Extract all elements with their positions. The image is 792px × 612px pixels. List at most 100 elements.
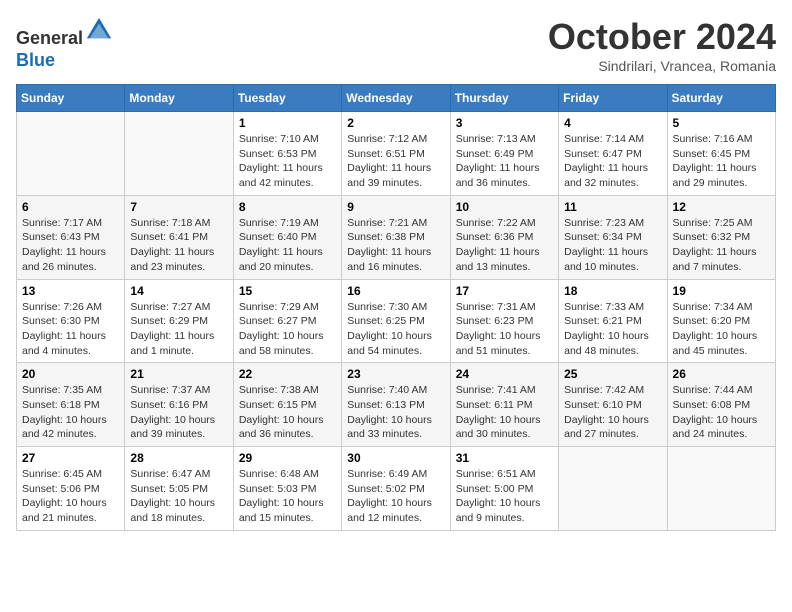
title-block: October 2024 Sindrilari, Vrancea, Romani…	[548, 16, 776, 74]
calendar-cell: 6 Sunrise: 7:17 AMSunset: 6:43 PMDayligh…	[17, 195, 125, 279]
day-info: Sunrise: 7:29 AMSunset: 6:27 PMDaylight:…	[239, 300, 336, 359]
day-info: Sunrise: 7:18 AMSunset: 6:41 PMDaylight:…	[130, 216, 227, 275]
day-number: 7	[130, 200, 227, 214]
week-row-5: 27 Sunrise: 6:45 AMSunset: 5:06 PMDaylig…	[17, 447, 776, 531]
day-number: 25	[564, 367, 661, 381]
calendar-cell	[667, 447, 775, 531]
calendar-table: SundayMondayTuesdayWednesdayThursdayFrid…	[16, 84, 776, 531]
day-header-friday: Friday	[559, 85, 667, 112]
logo-general-text: General	[16, 28, 83, 48]
day-info: Sunrise: 7:26 AMSunset: 6:30 PMDaylight:…	[22, 300, 119, 359]
day-info: Sunrise: 7:25 AMSunset: 6:32 PMDaylight:…	[673, 216, 770, 275]
logo-icon	[85, 16, 113, 44]
logo-blue-text: Blue	[16, 50, 55, 70]
calendar-cell: 10 Sunrise: 7:22 AMSunset: 6:36 PMDaylig…	[450, 195, 558, 279]
day-header-tuesday: Tuesday	[233, 85, 341, 112]
day-info: Sunrise: 6:47 AMSunset: 5:05 PMDaylight:…	[130, 467, 227, 526]
calendar-cell: 5 Sunrise: 7:16 AMSunset: 6:45 PMDayligh…	[667, 112, 775, 196]
calendar-cell: 15 Sunrise: 7:29 AMSunset: 6:27 PMDaylig…	[233, 279, 341, 363]
day-info: Sunrise: 7:34 AMSunset: 6:20 PMDaylight:…	[673, 300, 770, 359]
day-number: 15	[239, 284, 336, 298]
day-info: Sunrise: 7:21 AMSunset: 6:38 PMDaylight:…	[347, 216, 444, 275]
day-info: Sunrise: 7:40 AMSunset: 6:13 PMDaylight:…	[347, 383, 444, 442]
day-info: Sunrise: 7:23 AMSunset: 6:34 PMDaylight:…	[564, 216, 661, 275]
day-number: 26	[673, 367, 770, 381]
calendar-cell: 25 Sunrise: 7:42 AMSunset: 6:10 PMDaylig…	[559, 363, 667, 447]
calendar-cell: 31 Sunrise: 6:51 AMSunset: 5:00 PMDaylig…	[450, 447, 558, 531]
days-header-row: SundayMondayTuesdayWednesdayThursdayFrid…	[17, 85, 776, 112]
week-row-1: 1 Sunrise: 7:10 AMSunset: 6:53 PMDayligh…	[17, 112, 776, 196]
day-info: Sunrise: 7:19 AMSunset: 6:40 PMDaylight:…	[239, 216, 336, 275]
day-info: Sunrise: 7:22 AMSunset: 6:36 PMDaylight:…	[456, 216, 553, 275]
month-title: October 2024	[548, 16, 776, 58]
day-info: Sunrise: 7:30 AMSunset: 6:25 PMDaylight:…	[347, 300, 444, 359]
day-number: 1	[239, 116, 336, 130]
day-info: Sunrise: 7:35 AMSunset: 6:18 PMDaylight:…	[22, 383, 119, 442]
day-info: Sunrise: 7:14 AMSunset: 6:47 PMDaylight:…	[564, 132, 661, 191]
day-header-sunday: Sunday	[17, 85, 125, 112]
calendar-cell: 11 Sunrise: 7:23 AMSunset: 6:34 PMDaylig…	[559, 195, 667, 279]
day-header-monday: Monday	[125, 85, 233, 112]
calendar-cell: 3 Sunrise: 7:13 AMSunset: 6:49 PMDayligh…	[450, 112, 558, 196]
day-number: 29	[239, 451, 336, 465]
day-info: Sunrise: 7:17 AMSunset: 6:43 PMDaylight:…	[22, 216, 119, 275]
calendar-cell: 24 Sunrise: 7:41 AMSunset: 6:11 PMDaylig…	[450, 363, 558, 447]
calendar-cell: 2 Sunrise: 7:12 AMSunset: 6:51 PMDayligh…	[342, 112, 450, 196]
day-info: Sunrise: 7:38 AMSunset: 6:15 PMDaylight:…	[239, 383, 336, 442]
day-number: 12	[673, 200, 770, 214]
day-number: 10	[456, 200, 553, 214]
day-number: 2	[347, 116, 444, 130]
day-info: Sunrise: 7:33 AMSunset: 6:21 PMDaylight:…	[564, 300, 661, 359]
day-info: Sunrise: 7:42 AMSunset: 6:10 PMDaylight:…	[564, 383, 661, 442]
calendar-cell: 1 Sunrise: 7:10 AMSunset: 6:53 PMDayligh…	[233, 112, 341, 196]
day-info: Sunrise: 7:10 AMSunset: 6:53 PMDaylight:…	[239, 132, 336, 191]
day-number: 22	[239, 367, 336, 381]
day-number: 9	[347, 200, 444, 214]
day-number: 14	[130, 284, 227, 298]
week-row-2: 6 Sunrise: 7:17 AMSunset: 6:43 PMDayligh…	[17, 195, 776, 279]
calendar-cell: 20 Sunrise: 7:35 AMSunset: 6:18 PMDaylig…	[17, 363, 125, 447]
day-number: 8	[239, 200, 336, 214]
calendar-cell: 30 Sunrise: 6:49 AMSunset: 5:02 PMDaylig…	[342, 447, 450, 531]
day-info: Sunrise: 6:45 AMSunset: 5:06 PMDaylight:…	[22, 467, 119, 526]
day-info: Sunrise: 6:51 AMSunset: 5:00 PMDaylight:…	[456, 467, 553, 526]
day-number: 13	[22, 284, 119, 298]
day-number: 23	[347, 367, 444, 381]
day-number: 28	[130, 451, 227, 465]
calendar-cell: 19 Sunrise: 7:34 AMSunset: 6:20 PMDaylig…	[667, 279, 775, 363]
week-row-3: 13 Sunrise: 7:26 AMSunset: 6:30 PMDaylig…	[17, 279, 776, 363]
day-number: 17	[456, 284, 553, 298]
page-header: General Blue October 2024 Sindrilari, Vr…	[16, 16, 776, 74]
day-info: Sunrise: 6:49 AMSunset: 5:02 PMDaylight:…	[347, 467, 444, 526]
day-header-wednesday: Wednesday	[342, 85, 450, 112]
day-number: 19	[673, 284, 770, 298]
calendar-cell: 28 Sunrise: 6:47 AMSunset: 5:05 PMDaylig…	[125, 447, 233, 531]
calendar-cell	[125, 112, 233, 196]
logo: General Blue	[16, 16, 113, 71]
day-number: 6	[22, 200, 119, 214]
day-number: 30	[347, 451, 444, 465]
calendar-cell: 13 Sunrise: 7:26 AMSunset: 6:30 PMDaylig…	[17, 279, 125, 363]
day-info: Sunrise: 7:13 AMSunset: 6:49 PMDaylight:…	[456, 132, 553, 191]
day-info: Sunrise: 7:44 AMSunset: 6:08 PMDaylight:…	[673, 383, 770, 442]
day-info: Sunrise: 7:41 AMSunset: 6:11 PMDaylight:…	[456, 383, 553, 442]
calendar-cell: 12 Sunrise: 7:25 AMSunset: 6:32 PMDaylig…	[667, 195, 775, 279]
day-number: 21	[130, 367, 227, 381]
calendar-cell: 27 Sunrise: 6:45 AMSunset: 5:06 PMDaylig…	[17, 447, 125, 531]
calendar-cell: 14 Sunrise: 7:27 AMSunset: 6:29 PMDaylig…	[125, 279, 233, 363]
day-number: 11	[564, 200, 661, 214]
day-info: Sunrise: 6:48 AMSunset: 5:03 PMDaylight:…	[239, 467, 336, 526]
calendar-cell: 23 Sunrise: 7:40 AMSunset: 6:13 PMDaylig…	[342, 363, 450, 447]
day-info: Sunrise: 7:31 AMSunset: 6:23 PMDaylight:…	[456, 300, 553, 359]
calendar-cell: 18 Sunrise: 7:33 AMSunset: 6:21 PMDaylig…	[559, 279, 667, 363]
day-info: Sunrise: 7:27 AMSunset: 6:29 PMDaylight:…	[130, 300, 227, 359]
calendar-cell: 17 Sunrise: 7:31 AMSunset: 6:23 PMDaylig…	[450, 279, 558, 363]
day-number: 31	[456, 451, 553, 465]
calendar-cell: 8 Sunrise: 7:19 AMSunset: 6:40 PMDayligh…	[233, 195, 341, 279]
day-info: Sunrise: 7:37 AMSunset: 6:16 PMDaylight:…	[130, 383, 227, 442]
day-number: 3	[456, 116, 553, 130]
day-number: 4	[564, 116, 661, 130]
calendar-cell: 22 Sunrise: 7:38 AMSunset: 6:15 PMDaylig…	[233, 363, 341, 447]
day-number: 5	[673, 116, 770, 130]
day-info: Sunrise: 7:12 AMSunset: 6:51 PMDaylight:…	[347, 132, 444, 191]
